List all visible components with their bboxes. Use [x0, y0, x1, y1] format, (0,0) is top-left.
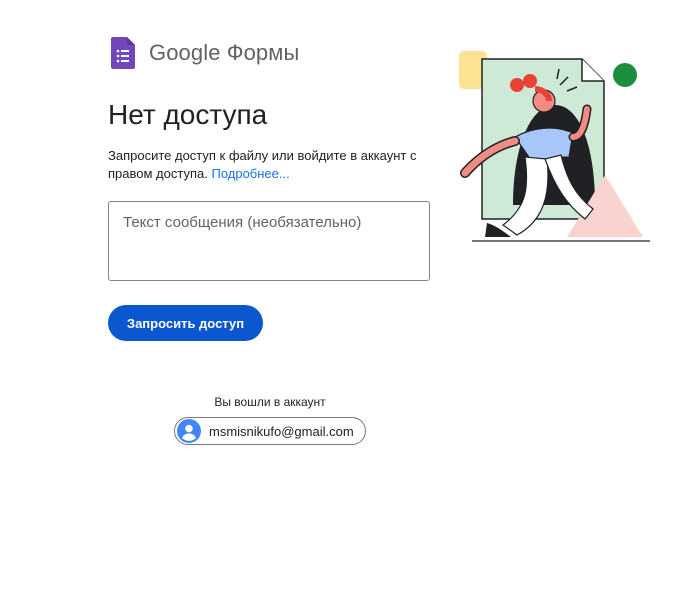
message-field[interactable]: [108, 201, 430, 281]
access-description: Запросите доступ к файлу или войдите в а…: [108, 147, 428, 183]
product-name: Формы: [226, 40, 300, 65]
account-chip[interactable]: msmisnikufo@gmail.com: [174, 417, 366, 445]
page-title: Нет доступа: [108, 99, 268, 130]
account-email: msmisnikufo@gmail.com: [209, 423, 354, 439]
google-forms-logo: Google Формы: [111, 37, 299, 69]
learn-more-link[interactable]: Подробнее...: [211, 166, 289, 181]
google-wordmark: Google: [149, 40, 221, 65]
forms-icon: [111, 37, 135, 69]
person-running-through-document-illustration: [459, 51, 650, 242]
logo-text: Google Формы: [149, 40, 299, 66]
request-access-button[interactable]: Запросить доступ: [108, 305, 263, 341]
signed-in-label: Вы вошли в аккаунт: [214, 395, 326, 409]
account-avatar-icon: [177, 419, 201, 443]
